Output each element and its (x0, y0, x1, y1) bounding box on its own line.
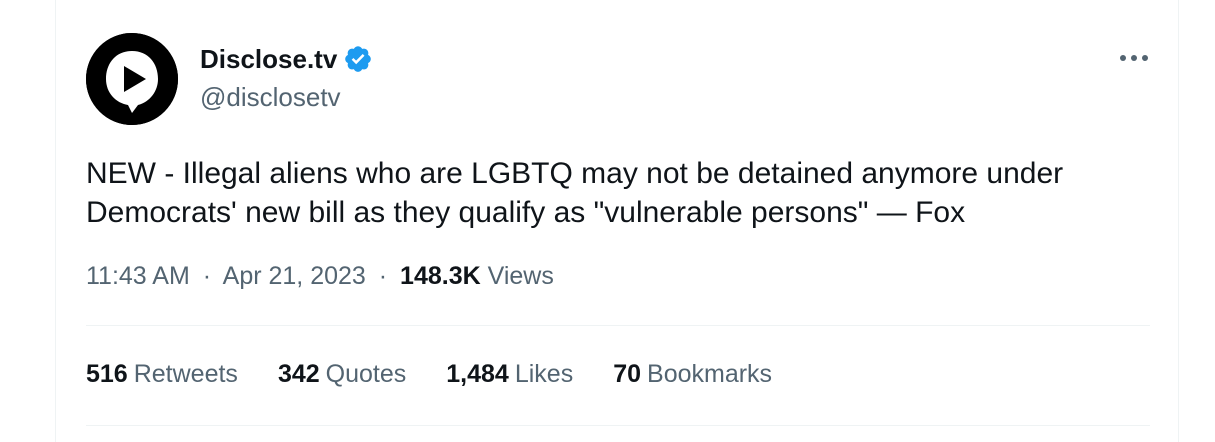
verified-badge-icon (343, 44, 373, 74)
tweet-card: Disclose.tv @disclosetv NEW - Illegal al… (55, 0, 1179, 442)
tweet-stats: 516 Retweets 342 Quotes 1,484 Likes 70 Bookm… (86, 360, 812, 389)
meta-separator: · (202, 262, 212, 290)
disclosetv-logo-icon (86, 33, 178, 125)
quotes-stat[interactable]: 342 Quotes (278, 360, 406, 389)
divider (86, 325, 1150, 326)
likes-count: 1,484 (446, 360, 509, 388)
more-options-icon (1120, 55, 1148, 61)
likes-label: Likes (514, 360, 574, 388)
author-display-name[interactable]: Disclose.tv (200, 44, 337, 75)
quotes-label: Quotes (325, 360, 407, 388)
retweets-count: 516 (86, 360, 128, 388)
tweet-date[interactable]: Apr 21, 2023 (223, 262, 366, 290)
tweet-text: NEW - Illegal aliens who are LGBTQ may n… (86, 157, 1064, 229)
tweet-meta: 11:43 AM · Apr 21, 2023 · 148.3K Views (86, 262, 554, 291)
bookmarks-count: 70 (613, 360, 642, 388)
author-name-row: Disclose.tv (200, 41, 373, 77)
author-handle[interactable]: @disclosetv (200, 82, 341, 113)
bookmarks-stat[interactable]: 70 Bookmarks (613, 360, 772, 389)
meta-separator: · (378, 262, 388, 290)
retweets-label: Retweets (133, 360, 238, 388)
likes-stat[interactable]: 1,484 Likes (446, 360, 573, 389)
divider (86, 425, 1150, 426)
more-options-button[interactable] (1116, 44, 1152, 72)
views-label: Views (487, 262, 554, 290)
quotes-count: 342 (277, 360, 320, 388)
views-count: 148.3K (400, 262, 481, 290)
retweets-stat[interactable]: 516 Retweets (86, 360, 238, 389)
avatar[interactable] (86, 33, 178, 125)
bookmarks-label: Bookmarks (647, 360, 773, 388)
tweet-time[interactable]: 11:43 AM (86, 262, 190, 290)
